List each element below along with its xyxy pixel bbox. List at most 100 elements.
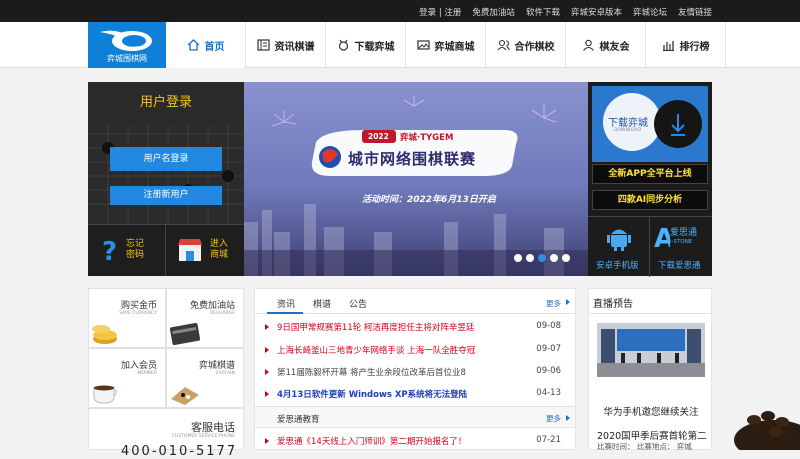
section-more-link[interactable]: 更多 bbox=[546, 413, 561, 424]
game-records-sub: EXPLAIN bbox=[215, 371, 235, 376]
nav-download[interactable]: 下载弈城 bbox=[326, 22, 406, 68]
ai-analysis-button[interactable]: 四款AI同步分析 bbox=[592, 190, 708, 210]
logo-text: 弈城围棋网 bbox=[107, 54, 147, 63]
card-icon bbox=[169, 323, 201, 345]
shop-link[interactable]: 进入商城 bbox=[166, 225, 244, 276]
nav-schools[interactable]: 合作棋校 bbox=[486, 22, 566, 68]
friend-links-link[interactable]: 友情链接 bbox=[678, 6, 712, 18]
register-button[interactable]: 注册新用户 bbox=[110, 186, 222, 205]
live-caption: 华为手机邀您继续关注 bbox=[603, 407, 699, 418]
top-bar: 登录 | 注册 免费加油站 软件下载 弈城安卓版本 弈城论坛 友情链接 bbox=[0, 0, 800, 22]
svg-text:A: A bbox=[654, 224, 670, 251]
software-download-link[interactable]: 软件下载 bbox=[526, 6, 560, 18]
login-bottom-links: ? 忘记密码 进入商城 bbox=[88, 224, 244, 276]
users-icon bbox=[497, 39, 510, 51]
download-tygem-button[interactable]: 下载弈城 DOWNLOAD bbox=[592, 86, 708, 162]
live-details: 比赛时间： 比赛地点： 弈城 bbox=[597, 442, 692, 451]
image-icon bbox=[416, 40, 430, 50]
news-date: 09-07 bbox=[536, 344, 561, 354]
site-logo[interactable]: 弈城围棋网 bbox=[88, 22, 166, 68]
nav-shop-label: 弈城商城 bbox=[434, 41, 475, 53]
user-icon bbox=[582, 39, 594, 51]
coffee-icon bbox=[93, 385, 117, 404]
news-item[interactable]: 第11届陈毅杯开幕 将产生业余段位改革后首位业8 09-06 bbox=[265, 364, 561, 380]
android-link[interactable]: 安卓手机版 bbox=[588, 217, 650, 277]
login-register-link[interactable]: 登录 | 注册 bbox=[419, 6, 461, 18]
aisitong-link[interactable]: A 爱思通 i-STONE 下载爱思通 bbox=[650, 217, 712, 277]
news-more-link[interactable]: 更多 bbox=[546, 298, 561, 309]
new-app-button[interactable]: 全新APP全平台上线 bbox=[592, 164, 708, 184]
bullet-icon bbox=[265, 369, 269, 375]
forgot-password-label: 忘记密码 bbox=[126, 239, 145, 260]
news-item[interactable]: 爱思通《14天线上入门师训》第二期开始报名了！ 07-21 bbox=[265, 433, 561, 449]
news-date: 04-13 bbox=[536, 388, 561, 398]
nav-ranking[interactable]: 排行榜 bbox=[646, 22, 726, 68]
nav-home[interactable]: 首页 bbox=[166, 22, 246, 68]
free-station-sub: RECHARGE bbox=[209, 311, 235, 316]
news-tabs: 资讯 棋谱 公告 更多 bbox=[255, 289, 575, 314]
join-member-card[interactable]: 加入会员 MEMBER bbox=[88, 348, 166, 408]
promo-banner[interactable]: 2022 弈城·TYGEM 城市网络围棋联赛 活动时间：2022年6月13日开启 bbox=[244, 82, 588, 276]
tab-active-indicator bbox=[267, 312, 303, 314]
tab-news[interactable]: 资讯 bbox=[277, 297, 295, 310]
nav-schools-label: 合作棋校 bbox=[514, 41, 555, 53]
go-board-background bbox=[88, 124, 244, 224]
banner-graphic bbox=[244, 82, 588, 276]
services-panel: 购买金币 SAVE CURRENCY 免费加油站 RECHARGE 加入会员 M… bbox=[88, 288, 244, 459]
go-board-icon bbox=[171, 387, 199, 405]
divider bbox=[589, 313, 711, 314]
banner-time: 活动时间：2022年6月13日开启 bbox=[362, 195, 496, 205]
shop-label: 进入商城 bbox=[210, 239, 229, 260]
bars-icon bbox=[662, 41, 674, 51]
nav-ranking-label: 排行榜 bbox=[679, 41, 710, 53]
nav-club[interactable]: 棋友会 bbox=[566, 22, 646, 68]
tab-announcements[interactable]: 公告 bbox=[349, 297, 367, 310]
forgot-password-link[interactable]: ? 忘记密码 bbox=[88, 225, 166, 276]
forum-link[interactable]: 弈城论坛 bbox=[633, 6, 667, 18]
news-item[interactable]: 上海长崎釜山三地青少年网络手谈 上海一队全胜夺冠 09-07 bbox=[265, 342, 561, 358]
free-station-link[interactable]: 免费加油站 bbox=[472, 6, 515, 18]
android-version-link[interactable]: 弈城安卓版本 bbox=[571, 6, 622, 18]
tab-records[interactable]: 棋谱 bbox=[313, 297, 331, 310]
question-icon: ? bbox=[102, 237, 117, 263]
free-station-card[interactable]: 免费加油站 RECHARGE bbox=[166, 288, 244, 348]
nav-news[interactable]: 资讯棋谱 bbox=[246, 22, 326, 68]
login-title: 用户登录 bbox=[88, 82, 244, 124]
bullet-icon bbox=[265, 347, 269, 353]
aisitong-sub: i-STONE bbox=[670, 239, 693, 245]
live-title: 直播预告 bbox=[593, 299, 633, 310]
android-label: 安卓手机版 bbox=[596, 261, 639, 271]
logo-swoosh-icon bbox=[100, 30, 152, 51]
username-login-button[interactable]: 用户名登录 bbox=[110, 147, 222, 171]
news-item[interactable]: 4月13日软件更新 Windows XP系统将无法登陆 04-13 bbox=[265, 386, 561, 402]
medal-icon bbox=[338, 39, 348, 51]
coins-icon bbox=[92, 325, 117, 344]
game-records-card[interactable]: 弈城棋谱 EXPLAIN bbox=[166, 348, 244, 408]
section-header: 爱思通教育 更多 bbox=[255, 406, 575, 428]
login-panel: 用户登录 用户名登录 注册新用户 ? 忘记密码 进入商城 bbox=[88, 82, 244, 276]
news-title: 4月13日软件更新 Windows XP系统将无法登陆 bbox=[277, 390, 468, 400]
news-item[interactable]: 9日国甲常规赛第11轮 柯洁再度担任主将对阵辛昱廷 09-08 bbox=[265, 319, 561, 335]
svg-text:?: ? bbox=[102, 237, 117, 263]
join-member-sub: MEMBER bbox=[137, 371, 157, 376]
news-title: 9日国甲常规赛第11轮 柯洁再度担任主将对阵辛昱廷 bbox=[277, 323, 475, 333]
live-thumbnail[interactable] bbox=[597, 323, 705, 377]
news-title: 上海长崎釜山三地青少年网络手谈 上海一队全胜夺冠 bbox=[277, 346, 476, 356]
section-title: 爱思通教育 bbox=[277, 415, 320, 425]
news-date: 09-08 bbox=[536, 321, 561, 331]
news-title: 第11届陈毅杯开幕 将产生业余段位改革后首位业8 bbox=[277, 368, 466, 378]
service-sub: CUSTOMER SERVICE PHONE bbox=[171, 434, 235, 439]
news-date: 07-21 bbox=[536, 435, 561, 445]
buy-coins-sub: SAVE CURRENCY bbox=[119, 311, 157, 316]
nav-shop[interactable]: 弈城商城 bbox=[406, 22, 486, 68]
book-icon bbox=[256, 39, 270, 51]
news-title: 爱思通《14天线上入门师训》第二期开始报名了！ bbox=[277, 437, 467, 447]
bullet-icon bbox=[265, 324, 269, 330]
nav-home-label: 首页 bbox=[204, 41, 225, 53]
service-title: 客服电话 bbox=[191, 421, 235, 434]
buy-coins-card[interactable]: 购买金币 SAVE CURRENCY bbox=[88, 288, 166, 348]
news-date: 09-06 bbox=[536, 366, 561, 376]
free-station-title: 免费加油站 bbox=[189, 301, 235, 311]
live-event[interactable]: 2020国甲季后赛首轮第二 bbox=[597, 428, 709, 442]
service-phone: 400-010-5177 bbox=[121, 444, 238, 459]
